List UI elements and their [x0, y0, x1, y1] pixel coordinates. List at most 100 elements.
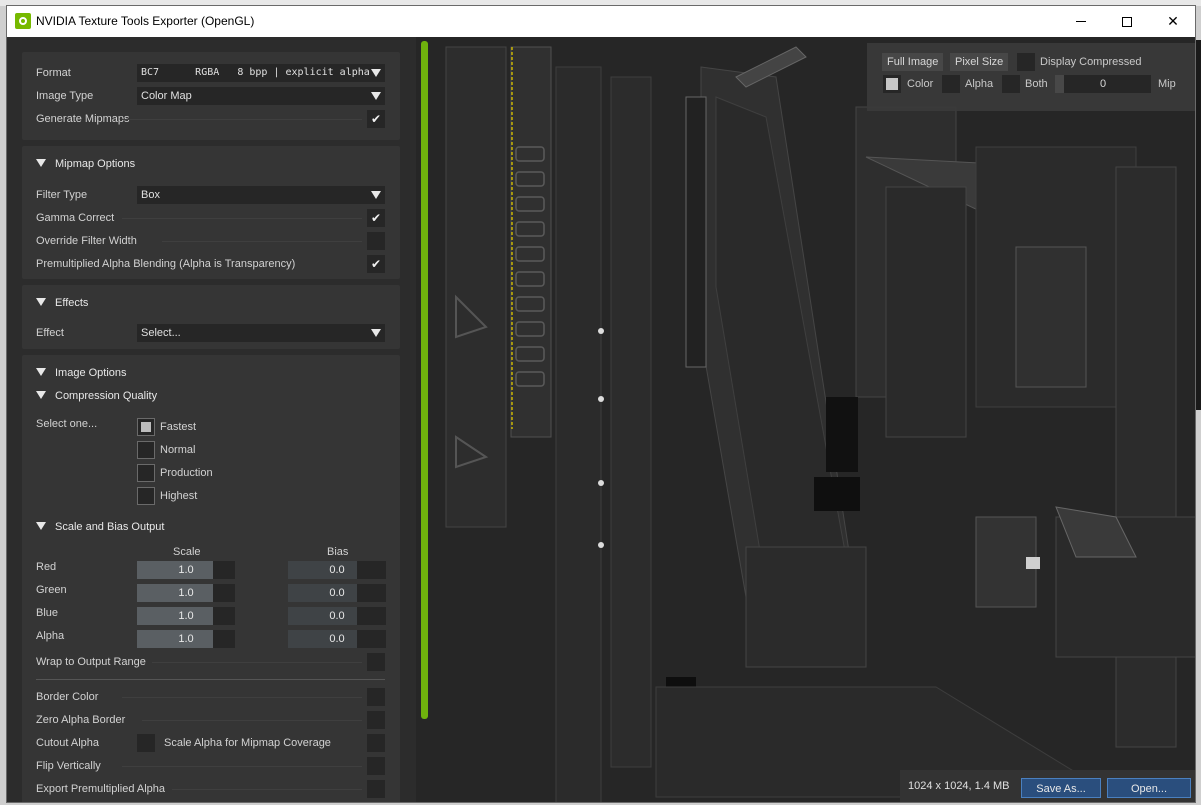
quality-normal-label: Normal: [160, 444, 196, 456]
vertical-scrollbar[interactable]: [421, 41, 428, 719]
image-options-title: Image Options: [55, 367, 127, 379]
cutout-alpha-label: Cutout Alpha: [36, 737, 99, 749]
compression-quality-header[interactable]: Compression Quality: [36, 387, 157, 405]
mip-slider[interactable]: 0: [1055, 75, 1151, 93]
pixel-size-button[interactable]: Pixel Size: [950, 53, 1009, 71]
green-scale-slider[interactable]: 1.0: [137, 584, 235, 602]
effect-value: Select...: [141, 327, 181, 339]
alpha-checkbox[interactable]: [942, 75, 960, 93]
alpha-scale-slider[interactable]: 1.0: [137, 630, 235, 648]
quality-production-radio[interactable]: [137, 464, 155, 482]
generate-mipmaps-checkbox[interactable]: ✔: [367, 110, 385, 128]
effects-header[interactable]: Effects: [36, 294, 88, 312]
mipmap-options-header[interactable]: Mipmap Options: [36, 155, 135, 173]
texture-image[interactable]: [416, 37, 1196, 803]
quality-production-label: Production: [160, 467, 213, 479]
blue-bias-slider[interactable]: 0.0: [288, 607, 386, 625]
open-button[interactable]: Open...: [1107, 778, 1191, 798]
texture-viewport[interactable]: Full Image Pixel Size Display Compressed…: [416, 37, 1196, 803]
export-premultiplied-checkbox[interactable]: [367, 780, 385, 798]
gamma-correct-checkbox[interactable]: ✔: [367, 209, 385, 227]
collapse-triangle-icon: [36, 368, 46, 377]
channel-alpha-label: Alpha: [36, 630, 65, 642]
collapse-triangle-icon: [36, 391, 46, 400]
wrap-output-label: Wrap to Output Range: [36, 656, 146, 668]
dropdown-arrow-icon: [371, 92, 381, 100]
green-bias-slider[interactable]: 0.0: [288, 584, 386, 602]
mip-slider-knob[interactable]: [1055, 75, 1064, 93]
scale-bias-header[interactable]: Scale and Bias Output: [36, 518, 164, 536]
mipmap-options-title: Mipmap Options: [55, 158, 136, 170]
close-button[interactable]: ✕: [1150, 6, 1195, 37]
maximize-button[interactable]: [1104, 6, 1150, 37]
override-filter-width-checkbox[interactable]: [367, 232, 385, 250]
quality-normal-radio[interactable]: [137, 441, 155, 459]
quality-fastest-label: Fastest: [160, 421, 197, 433]
flip-vertically-label: Flip Vertically: [36, 760, 101, 772]
export-premultiplied-label: Export Premultiplied Alpha: [36, 783, 166, 795]
alpha-scale-value: 1.0: [178, 633, 194, 645]
minimize-button[interactable]: [1058, 6, 1104, 37]
separator: [122, 697, 362, 698]
both-checkbox[interactable]: [1002, 75, 1020, 93]
full-image-button[interactable]: Full Image: [882, 53, 944, 71]
effect-dropdown[interactable]: Select...: [137, 324, 385, 342]
separator: [172, 789, 362, 790]
checkmark-icon: ✔: [370, 257, 382, 271]
quality-highest-label: Highest: [160, 490, 198, 502]
separator: [142, 720, 362, 721]
quality-fastest-radio[interactable]: [137, 418, 155, 436]
separator: [152, 662, 362, 663]
both-label: Both: [1025, 78, 1048, 90]
red-scale-slider[interactable]: 1.0: [137, 561, 235, 579]
image-options-header[interactable]: Image Options: [36, 364, 127, 382]
channel-blue-label: Blue: [36, 607, 59, 619]
effects-title: Effects: [55, 297, 89, 309]
title-bar[interactable]: NVIDIA Texture Tools Exporter (OpenGL) ✕: [7, 6, 1195, 37]
minimize-icon: [1076, 21, 1086, 22]
format-dropdown[interactable]: BC7 RGBA 8 bpp | explicit alpha: [137, 64, 385, 82]
collapse-triangle-icon: [36, 159, 46, 168]
display-compressed-label: Display Compressed: [1040, 56, 1142, 68]
green-bias-value: 0.0: [329, 587, 345, 599]
quality-highest-radio[interactable]: [137, 487, 155, 505]
flip-vertically-checkbox[interactable]: [367, 757, 385, 775]
close-icon: ✕: [1167, 13, 1179, 29]
red-scale-value: 1.0: [178, 564, 194, 576]
maximize-icon: [1122, 16, 1132, 27]
wrap-output-checkbox[interactable]: [367, 653, 385, 671]
zero-alpha-border-checkbox[interactable]: [367, 711, 385, 729]
cutout-alpha-checkbox[interactable]: [137, 734, 155, 752]
blue-scale-slider[interactable]: 1.0: [137, 607, 235, 625]
collapse-triangle-icon: [36, 522, 46, 531]
premultiplied-alpha-checkbox[interactable]: ✔: [367, 255, 385, 273]
app-window: NVIDIA Texture Tools Exporter (OpenGL) ✕…: [6, 5, 1196, 803]
color-checkbox[interactable]: [883, 75, 901, 93]
mipmap-options-group: Mipmap Options Filter Type Box Gamma Cor…: [22, 146, 400, 279]
image-type-dropdown[interactable]: Color Map: [137, 87, 385, 105]
alpha-bias-slider[interactable]: 0.0: [288, 630, 386, 648]
settings-panel[interactable]: Format BC7 RGBA 8 bpp | explicit alpha I…: [7, 37, 416, 802]
gamma-correct-label: Gamma Correct: [36, 212, 115, 224]
select-one-label: Select one...: [36, 418, 98, 430]
section-divider: [36, 679, 385, 680]
save-as-button[interactable]: Save As...: [1021, 778, 1101, 798]
filter-type-dropdown[interactable]: Box: [137, 186, 385, 204]
blue-scale-value: 1.0: [178, 610, 194, 622]
mip-value: 0: [1099, 78, 1107, 90]
scale-alpha-mip-checkbox[interactable]: [367, 734, 385, 752]
channel-green-label: Green: [36, 584, 67, 596]
red-bias-slider[interactable]: 0.0: [288, 561, 386, 579]
scale-column-header: Scale: [173, 546, 201, 558]
green-scale-value: 1.0: [178, 587, 194, 599]
border-color-checkbox[interactable]: [367, 688, 385, 706]
effect-label: Effect: [36, 327, 64, 339]
scale-bias-title: Scale and Bias Output: [55, 521, 165, 533]
dropdown-arrow-icon: [371, 69, 381, 77]
generate-mipmaps-label: Generate Mipmaps: [36, 113, 130, 125]
filter-type-label: Filter Type: [36, 189, 88, 201]
border-color-label: Border Color: [36, 691, 99, 703]
display-compressed-checkbox[interactable]: [1017, 53, 1035, 71]
dropdown-arrow-icon: [371, 191, 381, 199]
view-options-overlay: Full Image Pixel Size Display Compressed…: [867, 43, 1195, 111]
